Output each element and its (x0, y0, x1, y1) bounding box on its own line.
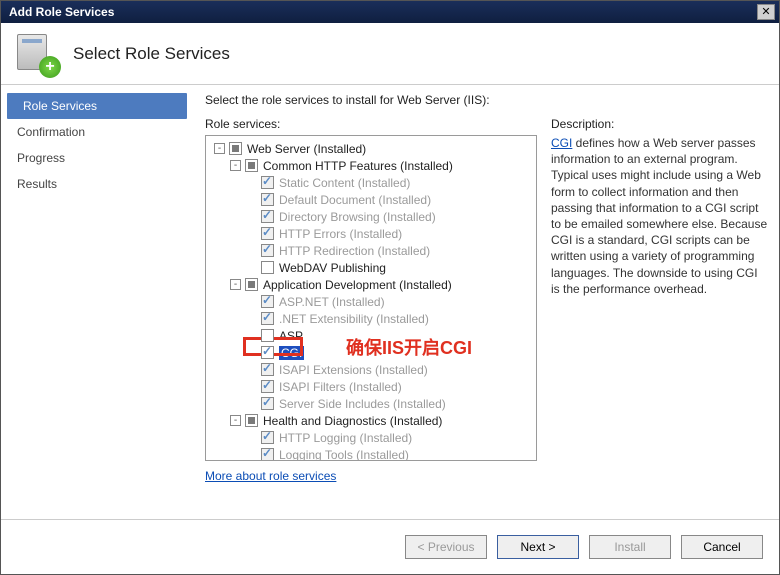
checkbox (261, 363, 274, 376)
checkbox[interactable] (229, 142, 242, 155)
checkbox[interactable] (245, 278, 258, 291)
description-body: defines how a Web server passes informat… (551, 136, 767, 296)
wizard-step-results[interactable]: Results (1, 171, 193, 197)
description-label: Description: (551, 117, 769, 131)
checkbox (261, 448, 274, 461)
tree-node-label: CGI (279, 346, 304, 360)
checkbox (261, 176, 274, 189)
tree-node[interactable]: Logging Tools (Installed) (206, 446, 536, 461)
tree-node[interactable]: Static Content (Installed) (206, 174, 536, 191)
checkbox (261, 397, 274, 410)
tree-node[interactable]: Default Document (Installed) (206, 191, 536, 208)
tree-node-label: HTTP Redirection (Installed) (279, 244, 430, 258)
cancel-button[interactable]: Cancel (681, 535, 763, 559)
tree-node-label: HTTP Logging (Installed) (279, 431, 412, 445)
checkbox (261, 380, 274, 393)
tree-node[interactable]: HTTP Errors (Installed) (206, 225, 536, 242)
tree-node[interactable]: ISAPI Extensions (Installed) (206, 361, 536, 378)
page-title: Select Role Services (73, 44, 230, 64)
tree-node-label: HTTP Errors (Installed) (279, 227, 402, 241)
expand-icon[interactable]: - (230, 160, 241, 171)
tree-node-label: Server Side Includes (Installed) (279, 397, 446, 411)
tree-node[interactable]: ISAPI Filters (Installed) (206, 378, 536, 395)
role-services-label: Role services: (205, 117, 537, 131)
checkbox (261, 244, 274, 257)
tree-node-label: Health and Diagnostics (Installed) (263, 414, 442, 428)
description-link[interactable]: CGI (551, 136, 572, 150)
instruction-text: Select the role services to install for … (205, 93, 769, 107)
checkbox (261, 210, 274, 223)
tree-node[interactable]: ASP (206, 327, 536, 344)
tree-node[interactable]: - Common HTTP Features (Installed) (206, 157, 536, 174)
tree-node[interactable]: Directory Browsing (Installed) (206, 208, 536, 225)
tree-node-label: Logging Tools (Installed) (279, 448, 409, 462)
checkbox[interactable] (245, 414, 258, 427)
install-button: Install (589, 535, 671, 559)
tree-node-label: ASP.NET (Installed) (279, 295, 385, 309)
tree-node-label: Directory Browsing (Installed) (279, 210, 436, 224)
expand-icon[interactable]: - (214, 143, 225, 154)
checkbox (261, 227, 274, 240)
wizard-step-confirmation[interactable]: Confirmation (1, 119, 193, 145)
tree-node-label: Application Development (Installed) (263, 278, 452, 292)
tree-node[interactable]: CGI (206, 344, 536, 361)
tree-node-label: ISAPI Extensions (Installed) (279, 363, 428, 377)
tree-node[interactable]: - Health and Diagnostics (Installed) (206, 412, 536, 429)
tree-node-label: Default Document (Installed) (279, 193, 431, 207)
next-button[interactable]: Next > (497, 535, 579, 559)
tree-node[interactable]: .NET Extensibility (Installed) (206, 310, 536, 327)
window-title: Add Role Services (5, 5, 757, 19)
wizard-icon: + (15, 32, 59, 76)
previous-button: < Previous (405, 535, 487, 559)
tree-node-label: ASP (279, 329, 303, 343)
tree-node[interactable]: Server Side Includes (Installed) (206, 395, 536, 412)
close-icon[interactable]: ✕ (757, 4, 775, 20)
tree-node[interactable]: - Application Development (Installed) (206, 276, 536, 293)
wizard-step-progress[interactable]: Progress (1, 145, 193, 171)
wizard-header: + Select Role Services (1, 23, 779, 85)
checkbox (261, 295, 274, 308)
tree-node[interactable]: WebDAV Publishing (206, 259, 536, 276)
checkbox (261, 312, 274, 325)
expand-icon[interactable]: - (230, 279, 241, 290)
content-area: Select the role services to install for … (193, 85, 779, 519)
role-services-tree[interactable]: 确保IIS开启CGI -Web Server (Installed)-Commo… (205, 135, 537, 461)
checkbox (261, 431, 274, 444)
tree-node-label: Static Content (Installed) (279, 176, 410, 190)
wizard-steps-sidebar: Role ServicesConfirmationProgressResults (1, 85, 193, 519)
expand-icon[interactable]: - (230, 415, 241, 426)
tree-node[interactable]: ASP.NET (Installed) (206, 293, 536, 310)
wizard-footer: < Previous Next > Install Cancel (1, 519, 779, 574)
tree-node[interactable]: HTTP Redirection (Installed) (206, 242, 536, 259)
tree-node[interactable]: - Web Server (Installed) (206, 140, 536, 157)
checkbox[interactable] (245, 159, 258, 172)
checkbox (261, 193, 274, 206)
more-link-row: More about role services (205, 469, 537, 483)
tree-node[interactable]: HTTP Logging (Installed) (206, 429, 536, 446)
checkbox[interactable] (261, 261, 274, 274)
tree-node-label: ISAPI Filters (Installed) (279, 380, 402, 394)
titlebar: Add Role Services ✕ (1, 1, 779, 23)
checkbox[interactable] (261, 346, 274, 359)
tree-node-label: WebDAV Publishing (279, 261, 386, 275)
checkbox[interactable] (261, 329, 274, 342)
tree-node-label: Common HTTP Features (Installed) (263, 159, 453, 173)
wizard-step-role-services[interactable]: Role Services (7, 93, 187, 119)
tree-node-label: Web Server (Installed) (247, 142, 366, 156)
more-about-link[interactable]: More about role services (205, 469, 336, 483)
description-text: CGI defines how a Web server passes info… (551, 135, 769, 297)
tree-node-label: .NET Extensibility (Installed) (279, 312, 429, 326)
